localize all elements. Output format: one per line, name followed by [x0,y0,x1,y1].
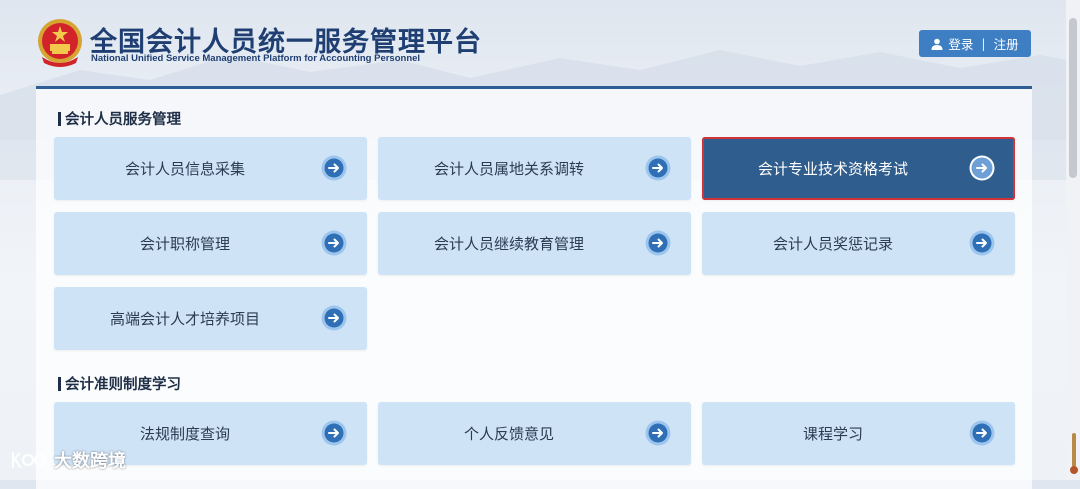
arrow-right-circle-icon [645,230,671,256]
card-rewards-penalties[interactable]: 会计人员奖惩记录 [702,212,1015,275]
arrow-right-circle-icon [321,420,347,446]
national-emblem-icon [38,19,82,67]
scrollbar-thumb[interactable] [1069,18,1077,178]
arrow-right-circle-icon [645,420,671,446]
card-label: 会计专业技术资格考试 [757,160,908,178]
arrow-right-circle-icon [969,155,995,181]
card-continuing-education[interactable]: 会计人员继续教育管理 [378,212,691,275]
login-register-button[interactable]: 登录 | 注册 [919,30,1031,57]
thermometer-icon [1070,433,1078,474]
arrow-right-circle-icon [321,230,347,256]
user-icon [931,38,943,50]
section-bar [58,111,61,126]
card-personal-feedback[interactable]: 个人反馈意见 [378,402,691,465]
card-label: 课程学习 [802,425,863,443]
card-label: 会计人员信息采集 [124,160,245,178]
section-title-text: 会计准则制度学习 [65,377,181,393]
section-title-learning: 会计准则制度学习 [58,373,181,394]
card-label: 会计职称管理 [139,235,230,253]
card-talent-program[interactable]: 高端会计人才培养项目 [54,287,367,350]
card-info-collection[interactable]: 会计人员信息采集 [54,137,367,200]
koo-logo-icon [12,452,46,468]
card-label: 会计人员继续教育管理 [433,235,584,253]
arrow-right-circle-icon [645,155,671,181]
card-label: 个人反馈意见 [463,425,554,443]
card-label: 会计人员奖惩记录 [772,235,893,253]
card-territory-transfer[interactable]: 会计人员属地关系调转 [378,137,691,200]
separator: | [981,36,986,51]
section-bar [58,376,61,391]
card-qualification-exam[interactable]: 会计专业技术资格考试 [702,137,1015,200]
arrow-right-circle-icon [969,230,995,256]
watermark-text: 大数跨境 [54,451,126,472]
register-link[interactable]: 注册 [994,34,1019,53]
arrow-right-circle-icon [321,305,347,331]
arrow-right-circle-icon [969,420,995,446]
site-subtitle: National Unified Service Management Plat… [91,53,421,64]
arrow-right-circle-icon [321,155,347,181]
section-title-service: 会计人员服务管理 [58,108,181,129]
section-title-text: 会计人员服务管理 [65,112,181,128]
watermark: 大数跨境 [10,447,126,473]
card-title-management[interactable]: 会计职称管理 [54,212,367,275]
login-link[interactable]: 登录 [948,34,973,53]
site-header: 全国会计人员统一服务管理平台 National Unified Service … [0,0,1080,86]
card-label: 会计人员属地关系调转 [433,160,584,178]
card-label: 高端会计人才培养项目 [109,310,260,328]
card-course-learning[interactable]: 课程学习 [702,402,1015,465]
